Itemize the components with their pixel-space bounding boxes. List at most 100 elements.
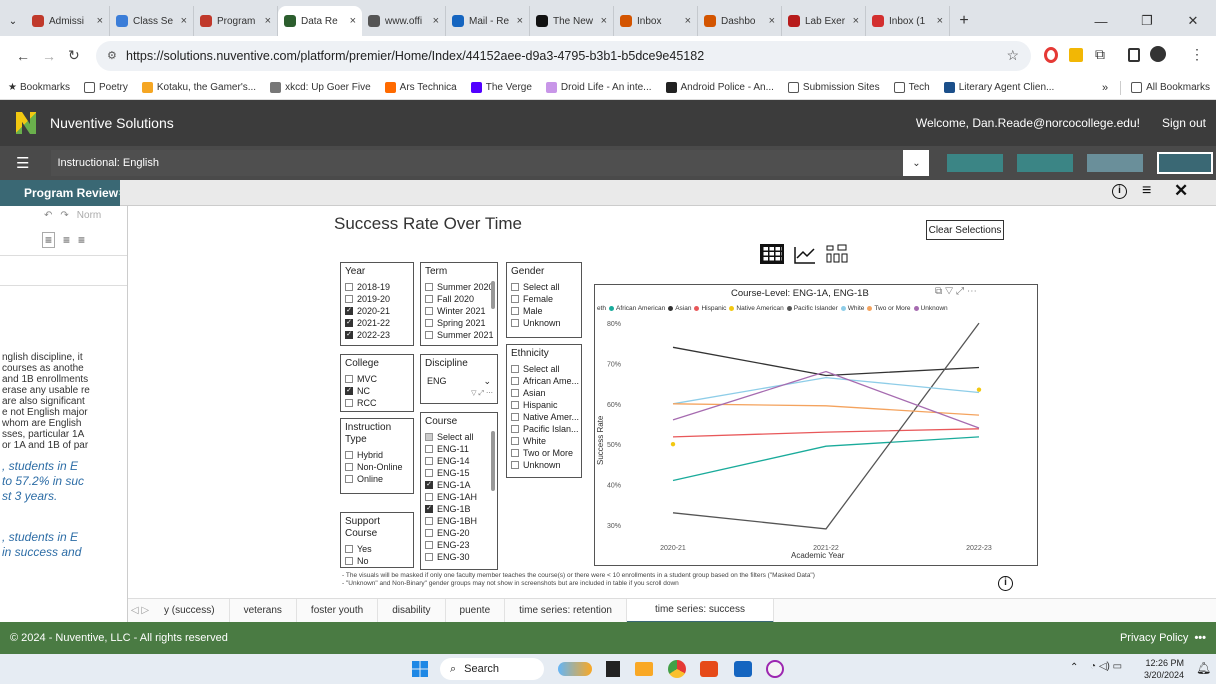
- checkbox[interactable]: ✓: [425, 505, 433, 513]
- restore-icon[interactable]: ❐: [1124, 13, 1170, 29]
- tab-close-icon[interactable]: ×: [350, 15, 356, 27]
- side-panel-icon[interactable]: [1128, 48, 1140, 62]
- report-page-tab[interactable]: disability: [378, 598, 446, 623]
- style-dropdown[interactable]: Norm: [77, 210, 101, 221]
- view-thumb-2[interactable]: [1017, 154, 1074, 172]
- tab-close-icon[interactable]: ×: [601, 15, 607, 27]
- browser-tab[interactable]: www.offi ×: [362, 6, 446, 36]
- filter-option-ethnicity[interactable]: Pacific Islan...: [511, 423, 579, 435]
- filter-option-course[interactable]: ENG-11: [425, 443, 493, 455]
- filter-option-term[interactable]: Summer 2020: [425, 281, 494, 293]
- bookmark-item[interactable]: The Verge: [470, 82, 532, 93]
- filter-option-ethnicity[interactable]: Select all: [511, 363, 577, 375]
- filter-option-year[interactable]: 2018-19: [345, 281, 409, 293]
- checkbox[interactable]: [345, 283, 353, 291]
- checkbox[interactable]: [345, 545, 353, 553]
- taskbar-search[interactable]: ⌕ Search: [440, 658, 544, 680]
- forward-icon[interactable]: →: [42, 48, 56, 64]
- browser-tab[interactable]: Inbox ×: [614, 6, 698, 36]
- browser-tab[interactable]: Dashbo ×: [698, 6, 782, 36]
- series-line[interactable]: [672, 322, 980, 530]
- filter-option-year[interactable]: ✓ 2022-23: [345, 329, 409, 341]
- filter-option-year[interactable]: ✓ 2021-22: [345, 317, 409, 329]
- tab-scroll-left-icon[interactable]: ◁ ▷: [128, 605, 152, 616]
- filter-option-support[interactable]: Yes: [345, 543, 409, 555]
- filter-option-instruction[interactable]: Non-Online: [345, 461, 409, 473]
- back-icon[interactable]: ←: [16, 48, 30, 64]
- checkbox[interactable]: [511, 377, 519, 385]
- filter-option-term[interactable]: Summer 2021: [425, 329, 494, 341]
- checkbox[interactable]: [425, 331, 433, 339]
- close-window-icon[interactable]: ✕: [1170, 13, 1216, 29]
- wifi-sound-battery-icons[interactable]: ◔ ◁) ▭: [1090, 661, 1122, 672]
- filter-option-ethnicity[interactable]: African Ame...: [511, 375, 579, 387]
- checkbox[interactable]: [345, 399, 353, 407]
- undo-icon[interactable]: ↶: [44, 210, 52, 221]
- report-page-tab[interactable]: y (success): [160, 598, 230, 623]
- menu-lines-icon[interactable]: ≡: [1142, 182, 1151, 200]
- bookmark-item[interactable]: Droid Life - An inte...: [545, 82, 652, 93]
- visual-header-icons[interactable]: ▽ ⤢ ⋯: [425, 389, 493, 398]
- tab-close-icon[interactable]: ×: [265, 15, 271, 27]
- filter-option-ethnicity[interactable]: White: [511, 435, 577, 447]
- narrative-editor[interactable]: ↶ ↷ Norm ≡ ≡ ≡ nglish discipline, it course…: [0, 206, 128, 622]
- view-thumb-3[interactable]: [1087, 154, 1144, 172]
- privacy-policy-link[interactable]: Privacy Policy: [1120, 632, 1188, 644]
- checkbox[interactable]: [425, 493, 433, 501]
- align-center-icon[interactable]: ≡: [63, 233, 70, 247]
- filter-option-course[interactable]: ✓ ENG-1B: [425, 503, 493, 515]
- report-page-tab[interactable]: time series: success: [626, 598, 774, 623]
- checkbox[interactable]: [511, 319, 519, 327]
- bookmark-item[interactable]: Ars Technica: [384, 82, 457, 93]
- series-line[interactable]: [672, 436, 980, 482]
- checkbox[interactable]: [511, 365, 519, 373]
- chrome-icon[interactable]: [668, 660, 686, 678]
- browser-tab[interactable]: The New ×: [530, 6, 614, 36]
- data-point[interactable]: [670, 441, 676, 447]
- filter-option-ethnicity[interactable]: Native Amer...: [511, 411, 579, 423]
- checkbox[interactable]: [345, 557, 353, 565]
- tab-close-icon[interactable]: ×: [769, 15, 775, 27]
- more-icon[interactable]: •••: [1194, 632, 1206, 644]
- report-page-tab[interactable]: time series: retention: [505, 598, 627, 623]
- tab-close-icon[interactable]: ×: [853, 15, 859, 27]
- align-right-icon[interactable]: ≡: [78, 233, 85, 247]
- bookmark-item[interactable]: Submission Sites: [787, 82, 880, 93]
- filter-option-course[interactable]: ✓ ENG-1A: [425, 479, 493, 491]
- checkbox[interactable]: [511, 283, 519, 291]
- browser-menu-icon[interactable]: ⋮: [1190, 46, 1204, 63]
- data-point[interactable]: [976, 387, 982, 392]
- term-scrollbar[interactable]: [491, 281, 495, 309]
- bookmark-item[interactable]: Tech: [893, 82, 930, 93]
- filter-option-term[interactable]: Winter 2021: [425, 305, 493, 317]
- browser-tab[interactable]: Mail - Re ×: [446, 6, 530, 36]
- filter-option-course[interactable]: ENG-1AH: [425, 491, 493, 503]
- word-icon[interactable]: [734, 661, 752, 677]
- checkbox[interactable]: ✓: [345, 319, 353, 327]
- file-explorer-icon[interactable]: [635, 662, 653, 676]
- checkbox[interactable]: [511, 413, 519, 421]
- filter-option-course[interactable]: ENG-20: [425, 527, 493, 539]
- checkbox[interactable]: [425, 469, 433, 477]
- filter-option-course[interactable]: ENG-30: [425, 551, 493, 563]
- discipline-dropdown[interactable]: ENG ⌄: [425, 373, 493, 389]
- report-page-tab[interactable]: veterans: [230, 598, 297, 623]
- browser-tab[interactable]: Class Se ×: [110, 6, 194, 36]
- checkbox[interactable]: [425, 541, 433, 549]
- tab-close-icon[interactable]: ×: [433, 15, 439, 27]
- close-report-icon[interactable]: ✕: [1174, 181, 1188, 201]
- checkbox[interactable]: [511, 401, 519, 409]
- view-thumb-1[interactable]: [947, 154, 1004, 172]
- filter-option-ethnicity[interactable]: Asian: [511, 387, 577, 399]
- align-left-icon[interactable]: ≡: [42, 231, 56, 248]
- tab-close-icon[interactable]: ×: [181, 15, 187, 27]
- more-bookmarks-icon[interactable]: »: [1102, 82, 1108, 94]
- unit-dropdown[interactable]: Instructional: English: [51, 150, 904, 176]
- clear-selections-button[interactable]: Clear Selections: [926, 220, 1004, 240]
- minimize-icon[interactable]: —: [1078, 14, 1124, 29]
- extensions-icon[interactable]: ⧉: [1095, 46, 1105, 63]
- checkbox[interactable]: [511, 425, 519, 433]
- checkbox[interactable]: [511, 295, 519, 303]
- filter-option-college[interactable]: ✓ NC: [345, 385, 409, 397]
- checkbox[interactable]: [425, 529, 433, 537]
